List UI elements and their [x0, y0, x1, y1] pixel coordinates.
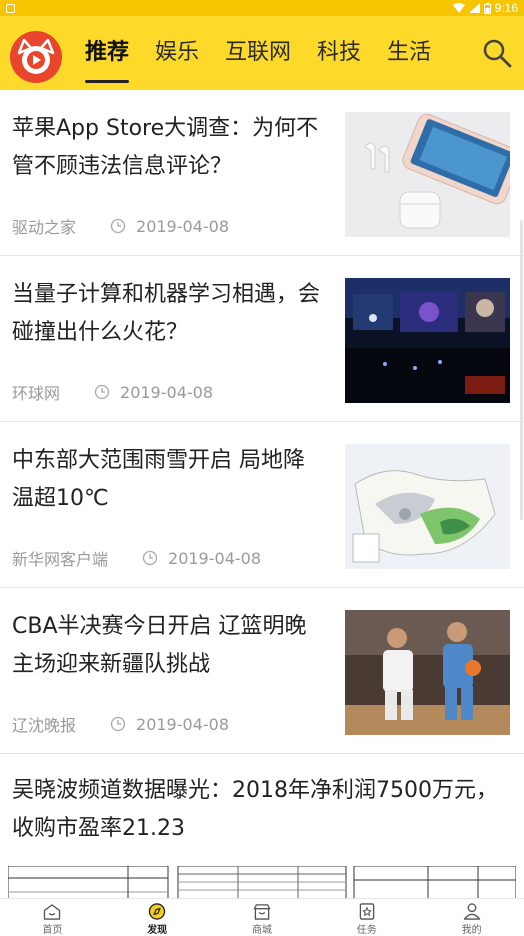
news-title[interactable]: 吴晓波频道数据曝光：2018年净利润7500万元，收购市盈率21.23 [12, 772, 512, 848]
clock-icon [94, 384, 110, 400]
news-source: 驱动之家 [12, 218, 77, 237]
shop-icon [253, 904, 271, 920]
news-item[interactable]: 当量子计算和机器学习相遇，会碰撞出什么火花？ 环球网 2019-04-08 [0, 256, 524, 422]
news-feed[interactable]: 苹果App Store大调查：为何不管不顾违法信息评论？ 驱动之家 2019-0… [0, 90, 524, 898]
nav-label: 发现 [147, 925, 168, 936]
news-thumbnail[interactable] [345, 610, 510, 735]
home-icon [44, 904, 61, 920]
news-source: 新华网客户端 [12, 550, 109, 569]
clock-icon [110, 716, 126, 732]
tab-internet[interactable]: 互联网 [212, 16, 304, 90]
clock-icon [110, 218, 126, 234]
news-title[interactable]: 当量子计算和机器学习相遇，会碰撞出什么火花？ [12, 276, 322, 352]
nav-label: 商城 [251, 925, 272, 936]
news-date: 2019-04-08 [168, 548, 261, 568]
news-title[interactable]: 中东部大范围雨雪开启 局地降温超10℃ [12, 442, 322, 518]
app-header: 推荐 娱乐 互联网 科技 生活 [0, 16, 524, 90]
nav-shop[interactable]: 商城 [210, 899, 315, 936]
notification-icon [6, 3, 15, 13]
tab-life[interactable]: 生活 [374, 16, 444, 90]
news-meta: 辽沈晚报 2019-04-08 [12, 712, 229, 736]
search-icon[interactable] [482, 38, 512, 68]
news-title[interactable]: 苹果App Store大调查：为何不管不顾违法信息评论？ [12, 110, 322, 186]
category-tabs: 推荐 娱乐 互联网 科技 生活 [72, 16, 444, 90]
news-date: 2019-04-08 [136, 216, 229, 236]
clock-icon [142, 550, 158, 566]
news-item[interactable]: 苹果App Store大调查：为何不管不顾违法信息评论？ 驱动之家 2019-0… [0, 90, 524, 256]
nav-label: 任务 [356, 925, 377, 936]
news-date: 2019-04-08 [136, 714, 229, 734]
tab-technology[interactable]: 科技 [304, 16, 374, 90]
bottom-nav: 首页 发现 商城 任务 我的 [0, 898, 524, 936]
tab-recommended[interactable]: 推荐 [72, 16, 142, 90]
profile-icon [463, 903, 480, 920]
scrollbar[interactable] [520, 220, 523, 520]
news-image-strip[interactable] [8, 866, 516, 898]
news-thumbnail[interactable] [345, 444, 510, 569]
wifi-icon [452, 3, 465, 13]
tab-entertainment[interactable]: 娱乐 [142, 16, 212, 90]
nav-discover[interactable]: 发现 [105, 899, 210, 936]
news-meta: 驱动之家 2019-04-08 [12, 214, 229, 238]
news-item[interactable]: 中东部大范围雨雪开启 局地降温超10℃ 新华网客户端 2019-04-08 [0, 422, 524, 588]
app-logo[interactable] [10, 31, 62, 83]
news-title[interactable]: CBA半决赛今日开启 辽篮明晚主场迎来新疆队挑战 [12, 608, 322, 684]
news-source: 环球网 [12, 384, 61, 403]
news-source: 辽沈晚报 [12, 716, 77, 735]
news-item[interactable]: CBA半决赛今日开启 辽篮明晚主场迎来新疆队挑战 辽沈晚报 2019-04-08 [0, 588, 524, 754]
news-meta: 环球网 2019-04-08 [12, 380, 213, 404]
news-item-wide[interactable]: 吴晓波频道数据曝光：2018年净利润7500万元，收购市盈率21.23 [0, 754, 524, 898]
battery-icon [483, 2, 491, 14]
news-thumbnail[interactable] [345, 278, 510, 403]
news-date: 2019-04-08 [120, 382, 213, 402]
nav-home[interactable]: 首页 [0, 899, 105, 936]
task-icon [359, 903, 375, 920]
nav-label: 首页 [42, 925, 63, 936]
nav-profile[interactable]: 我的 [419, 899, 524, 936]
status-time: 9:16 [494, 1, 518, 15]
status-bar: 9:16 [0, 0, 524, 16]
news-meta: 新华网客户端 2019-04-08 [12, 546, 261, 570]
nav-label: 我的 [461, 925, 482, 936]
nav-task[interactable]: 任务 [314, 899, 419, 936]
discover-icon [148, 903, 166, 920]
news-thumbnail[interactable] [345, 112, 510, 237]
signal-icon [468, 3, 480, 13]
